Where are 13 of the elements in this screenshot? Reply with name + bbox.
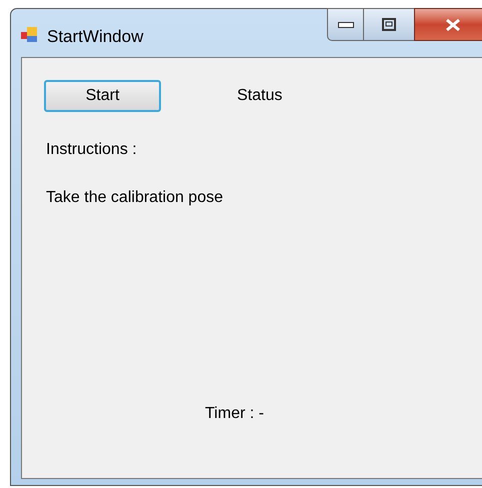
app-icon — [21, 27, 39, 43]
start-button[interactable]: Start — [44, 80, 161, 112]
maximize-icon — [382, 18, 396, 31]
status-label: Status — [237, 86, 282, 106]
instruction-text: Take the calibration pose — [46, 188, 223, 208]
close-icon — [444, 18, 460, 32]
timer-label: Timer : - — [205, 404, 264, 424]
minimize-button[interactable] — [327, 8, 364, 41]
instructions-label: Instructions : — [46, 140, 137, 160]
close-button[interactable] — [414, 8, 482, 41]
maximize-button[interactable] — [364, 8, 414, 41]
minimize-icon — [338, 22, 354, 28]
window-title: StartWindow — [47, 26, 144, 48]
